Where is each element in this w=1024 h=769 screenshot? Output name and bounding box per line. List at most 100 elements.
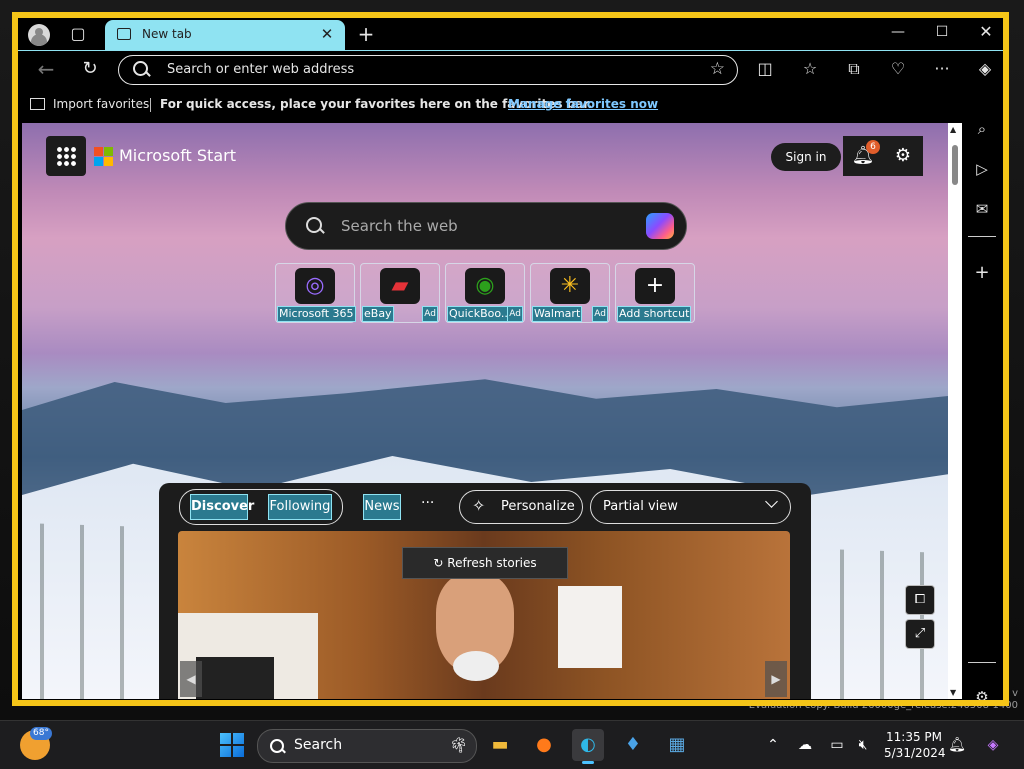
refresh-icon[interactable]: ↻ (76, 55, 104, 83)
scroll-up-arrow-icon[interactable]: ▲ (950, 125, 956, 134)
news-feed-panel: Discover Following News ··· ✧ Personaliz… (159, 483, 811, 699)
tab-discover[interactable]: Discover (190, 494, 254, 520)
toolbar: ← ↻ Search or enter web address ☆ ◫ ☆ ⧉ … (18, 50, 1003, 91)
page-scrollbar[interactable]: ▲ ▼ (948, 123, 962, 699)
search-highlight-palm-icon: 🌴︎ (448, 736, 468, 754)
notifications-bell-icon[interactable]: 🔔︎ (946, 733, 968, 757)
address-input[interactable]: Search or enter web address (167, 62, 354, 77)
close-window-button[interactable]: ✕ (968, 20, 1003, 44)
photos-taskbar-icon[interactable]: ▦ (661, 729, 693, 761)
tab-actions-icon[interactable]: ▢ (66, 22, 90, 46)
shortcut-label: Microsoft 365 (277, 306, 356, 322)
quickbooks-icon: ◉ (465, 268, 505, 304)
close-tab-icon[interactable]: ✕ (317, 24, 337, 44)
sidebar-settings-gear-icon[interactable]: ⚙ (969, 684, 995, 700)
scroll-down-arrow-icon[interactable]: ▼ (950, 688, 956, 697)
hero-image-detail (453, 651, 499, 681)
brand-name[interactable]: Microsoft Start (119, 146, 236, 165)
divider (968, 662, 996, 663)
maximize-button[interactable]: ☐ (924, 20, 960, 44)
games-icon[interactable]: ▷ (969, 156, 995, 182)
shortcut-label: Add shortcut (616, 306, 692, 322)
ad-badge: Ad (507, 306, 523, 322)
feed-view-value: Partial view (603, 499, 678, 514)
shortcut-label: Walmart (531, 306, 583, 322)
cloud-offline-icon[interactable]: ☁ (794, 733, 816, 757)
story-hero-image[interactable]: ↻ Refresh stories ◀ ▶ (178, 531, 790, 699)
carousel-prev-arrow-icon[interactable]: ◀ (180, 661, 202, 697)
refresh-stories-button[interactable]: ↻ Refresh stories (402, 547, 568, 579)
add-shortcut-tile[interactable]: + Add shortcut (615, 263, 695, 323)
search-icon (270, 739, 284, 753)
scroll-thumb[interactable] (952, 145, 958, 185)
personalize-button[interactable]: ✧ Personalize (459, 490, 583, 524)
notification-badge: 6 (866, 140, 880, 154)
shortcut-label: QuickBoo... (446, 306, 514, 322)
more-feed-options[interactable]: ··· (421, 495, 434, 511)
manage-favorites-link[interactable]: Manage favorites now (508, 97, 658, 111)
waffle-icon (56, 146, 76, 166)
add-sidebar-app-icon[interactable]: + (969, 260, 995, 286)
ad-badge: Ad (592, 306, 608, 322)
web-search-box[interactable]: Search the web (285, 202, 687, 250)
taskbar-search-box[interactable]: Search 🌴︎ (257, 729, 477, 763)
volume-muted-icon[interactable]: 🔇︎ (852, 733, 874, 757)
plus-icon: + (635, 268, 675, 304)
folder-icon (30, 98, 45, 110)
page-settings-gear-icon[interactable]: ⚙ (883, 136, 923, 176)
search-sidebar-icon[interactable]: ⌕ (969, 116, 995, 142)
collections-icon[interactable]: ⧉ (840, 55, 868, 83)
browser-essentials-icon[interactable]: ♡ (884, 55, 912, 83)
shortcut-microsoft-365[interactable]: ◎ Microsoft 365 (275, 263, 356, 323)
divider (150, 98, 151, 112)
microsoft-365-icon: ◎ (295, 268, 335, 304)
sign-in-button[interactable]: Sign in (771, 143, 841, 171)
outlook-icon[interactable]: ✉ (969, 196, 995, 222)
walmart-spark-icon: ✳ (550, 268, 590, 304)
favorite-star-icon[interactable]: ☆ (710, 59, 725, 79)
back-arrow-icon[interactable]: ← (32, 55, 60, 83)
shortcut-quickbooks[interactable]: ◉ QuickBoo... Ad (445, 263, 525, 323)
app-launcher-button[interactable] (46, 136, 86, 176)
firefox-icon[interactable]: ● (528, 729, 560, 761)
microsoft-logo-icon (94, 147, 114, 167)
address-bar[interactable]: Search or enter web address ☆ (118, 55, 738, 85)
tab-following[interactable]: Following (268, 494, 332, 520)
copilot-icon[interactable]: ◈ (970, 55, 1000, 83)
import-favorites-button[interactable]: Import favorites (30, 97, 149, 111)
carousel-next-arrow-icon[interactable]: ▶ (765, 661, 787, 697)
shortcut-walmart[interactable]: ✳ Walmart Ad (530, 263, 610, 323)
display-icon[interactable]: ▭ (826, 733, 848, 757)
taskbar-search-label: Search (294, 737, 343, 753)
search-icon (306, 217, 322, 233)
title-bar: ▢ New tab ✕ + — ☐ ✕ (18, 18, 1003, 50)
expand-icon[interactable]: ⤢ (905, 619, 935, 649)
copilot-logo-icon[interactable] (646, 213, 674, 239)
new-tab-plus-icon[interactable]: + (354, 22, 378, 46)
background-image-info-icon[interactable]: ⧠ (905, 585, 935, 615)
split-screen-icon[interactable]: ◫ (751, 55, 779, 83)
edge-window: ▢ New tab ✕ + — ☐ ✕ ← ↻ Search or enter … (12, 12, 1009, 706)
windows-start-icon[interactable] (220, 733, 244, 757)
app-taskbar-icon[interactable]: ♦ (617, 729, 649, 761)
shortcut-ebay[interactable]: ▰ eBay Ad (360, 263, 440, 323)
taskbar: 68° Search 🌴︎ ▬ ● ◐ ♦ ▦ ⌃ ☁ ▭ 🔇︎ 11:35 P… (0, 720, 1024, 769)
import-favorites-label: Import favorites (53, 97, 150, 111)
new-tab-page-icon (117, 28, 131, 40)
tab-new-tab[interactable]: New tab ✕ (105, 20, 345, 50)
file-explorer-icon[interactable]: ▬ (484, 729, 516, 761)
profile-avatar[interactable] (28, 24, 50, 46)
copilot-taskbar-icon[interactable]: ◈ (980, 733, 1006, 757)
edge-taskbar-icon[interactable]: ◐ (572, 729, 604, 764)
favorites-icon[interactable]: ☆ (796, 55, 824, 83)
feed-view-select[interactable]: Partial view (590, 490, 791, 524)
show-hidden-icons-chevron-icon[interactable]: ⌃ (762, 733, 784, 757)
minimize-button[interactable]: — (880, 20, 916, 44)
web-search-input[interactable]: Search the web (341, 217, 458, 235)
system-clock[interactable]: 11:35 PM 5/31/2024 (884, 729, 946, 761)
more-menu-icon[interactable]: ··· (928, 55, 956, 83)
search-icon (133, 61, 148, 76)
ad-badge: Ad (422, 306, 438, 322)
tab-news[interactable]: News (363, 494, 401, 520)
hero-image-detail (196, 657, 274, 699)
